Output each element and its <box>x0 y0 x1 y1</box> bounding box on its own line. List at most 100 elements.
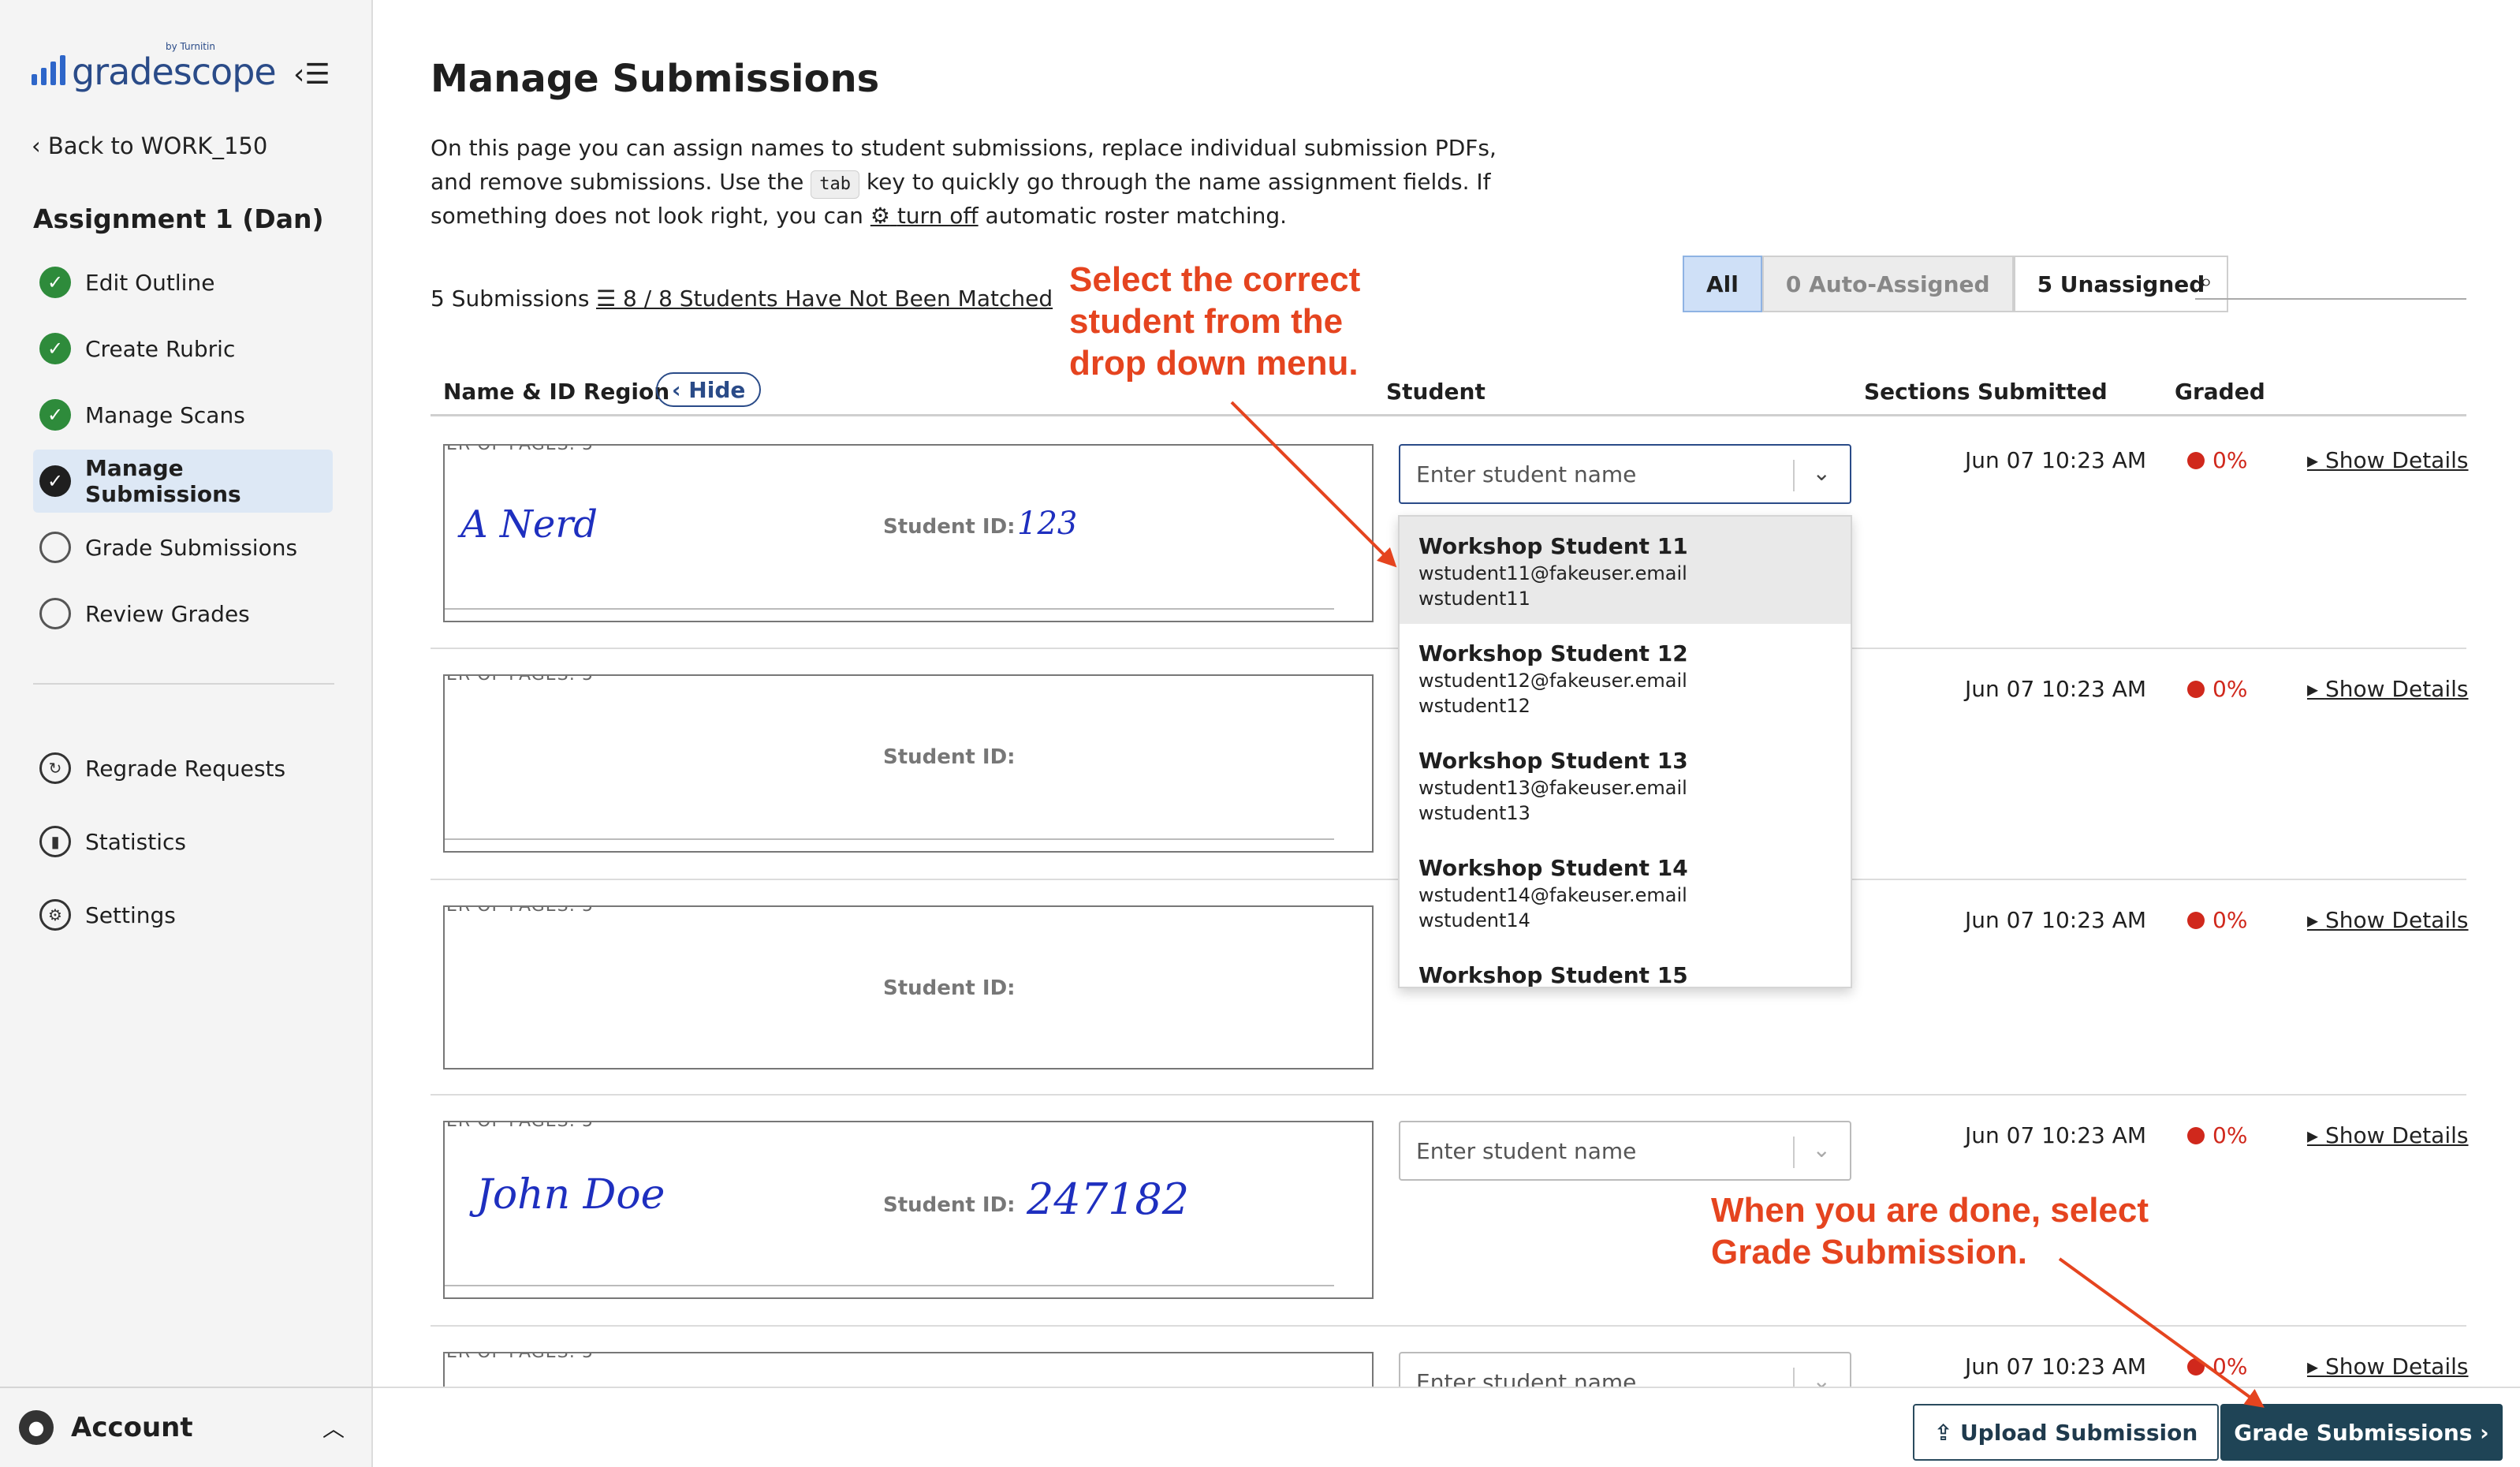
graded-status: 0% <box>2187 447 2247 473</box>
sidebar-item-settings[interactable]: ⚙ Settings <box>33 883 333 946</box>
show-details-link[interactable]: ▸ Show Details <box>2307 907 2469 933</box>
sidebar-item-label: Manage Scans <box>85 401 245 428</box>
chevron-down-icon: ⌄ <box>1812 460 1831 486</box>
sidebar-item-label: Regrade Requests <box>85 755 286 782</box>
turn-off-link[interactable]: ⚙ turn off <box>870 203 979 229</box>
sidebar-item-manage-scans[interactable]: ✓ Manage Scans <box>33 383 333 446</box>
student-select[interactable]: Enter student name ⌄ <box>1399 1121 1851 1181</box>
name-id-region[interactable]: ER OF PAGES: 5 John Doe Student ID: 2471… <box>443 1121 1374 1299</box>
upload-label: Upload Submission <box>1959 1419 2198 1446</box>
dropdown-option[interactable]: Workshop Student 12 wstudent12@fakeuser.… <box>1400 624 1851 731</box>
not-matched-link[interactable]: ☰ 8 / 8 Students Have Not Been Matched <box>596 286 1053 312</box>
hide-region-button[interactable]: ‹ Hide <box>656 372 762 407</box>
sidebar: gradescope by Turnitin ‹☰ ‹ Back to WORK… <box>0 0 373 1467</box>
scan-line <box>445 1285 1334 1286</box>
page-title: Manage Submissions <box>431 57 880 101</box>
sidebar-item-review-grades[interactable]: Review Grades <box>33 582 333 645</box>
show-details-label: Show Details <box>2324 676 2469 702</box>
dropdown-option[interactable]: Workshop Student 13 wstudent13@fakeuser.… <box>1400 731 1851 838</box>
status-dot-icon <box>2187 451 2205 469</box>
graded-status: 0% <box>2187 907 2247 933</box>
gradescope-logo[interactable]: gradescope <box>32 54 277 90</box>
submitted-date: Jun 07 10:23 AM <box>1965 1122 2147 1148</box>
show-details-label: Show Details <box>2324 907 2469 933</box>
hide-label: Hide <box>688 376 746 403</box>
turn-off-label: turn off <box>897 203 979 229</box>
name-id-region[interactable]: ER OF PAGES: 5 Student ID: <box>443 674 1374 853</box>
user-avatar-icon: ● <box>19 1410 54 1445</box>
option-sid: wstudent13 <box>1418 802 1530 824</box>
sidebar-item-edit-outline[interactable]: ✓ Edit Outline <box>33 251 333 314</box>
graded-value: 0% <box>2212 447 2248 473</box>
sidebar-item-manage-submissions[interactable]: ✓ Manage Submissions <box>33 450 333 513</box>
option-sid: wstudent14 <box>1418 909 1530 931</box>
scan-header: ER OF PAGES: 5 <box>446 1352 594 1362</box>
collapse-sidebar-icon[interactable]: ‹☰ <box>293 58 330 91</box>
sidebar-item-label: Edit Outline <box>85 269 215 296</box>
empty-circle-icon <box>39 598 71 629</box>
search-input[interactable]: ⌕ <box>2195 267 2466 300</box>
grade-submissions-button[interactable]: Grade Submissions › <box>2220 1404 2503 1461</box>
option-name: Workshop Student 15 <box>1418 962 1688 988</box>
back-link[interactable]: ‹ Back to WORK_150 <box>32 133 267 159</box>
sidebar-item-statistics[interactable]: ▮ Statistics <box>33 810 333 873</box>
scan-header: ER OF PAGES: 5 <box>446 905 594 916</box>
show-details-link[interactable]: ▸ Show Details <box>2307 1353 2469 1379</box>
annotation-line: Select the correct <box>1069 260 1361 299</box>
intro-part: automatic roster matching. <box>978 203 1288 229</box>
gear-icon: ⚙ <box>39 899 71 931</box>
footer-bar: ⇪ Upload Submission Grade Submissions › <box>373 1387 2520 1467</box>
list-icon: ☰ <box>596 286 624 312</box>
annotation-line: Grade Submission. <box>1711 1233 2027 1271</box>
search-icon: ⌕ <box>2200 268 2212 294</box>
dropdown-option[interactable]: Workshop Student 11 wstudent11@fakeuser.… <box>1400 517 1851 624</box>
option-sid: wstudent11 <box>1418 588 1530 610</box>
show-details-link[interactable]: ▸ Show Details <box>2307 447 2469 473</box>
filter-auto-assigned-button[interactable]: 0 Auto-Assigned <box>1761 256 2014 312</box>
graded-value: 0% <box>2212 676 2248 702</box>
show-details-label: Show Details <box>2324 1353 2469 1379</box>
option-sid: wstudent12 <box>1418 695 1530 717</box>
account-label: Account <box>71 1412 193 1443</box>
column-graded: Graded <box>2175 379 2265 405</box>
select-divider <box>1793 460 1795 491</box>
sidebar-item-grade-submissions[interactable]: Grade Submissions <box>33 516 333 579</box>
show-details-link[interactable]: ▸ Show Details <box>2307 1122 2469 1148</box>
handwritten-name: John Doe <box>476 1171 665 1219</box>
submitted-date: Jun 07 10:23 AM <box>1965 1353 2147 1379</box>
graded-status: 0% <box>2187 1353 2247 1379</box>
check-circle-icon: ✓ <box>39 465 71 497</box>
scan-line <box>445 608 1334 610</box>
account-menu[interactable]: ● Account ︿ <box>0 1387 373 1467</box>
graded-status: 0% <box>2187 1122 2247 1148</box>
logo-subtext: by Turnitin <box>166 41 215 52</box>
name-id-region[interactable]: ER OF PAGES: 5 Student ID: <box>443 905 1374 1069</box>
chevron-left-icon: ‹ <box>672 376 689 403</box>
student-dropdown-menu: Workshop Student 11 wstudent11@fakeuser.… <box>1398 515 1852 988</box>
scan-header: ER OF PAGES: 5 <box>446 674 594 685</box>
sidebar-item-label: Review Grades <box>85 600 250 627</box>
handwritten-name: A Nerd <box>460 502 598 547</box>
sidebar-item-regrade-requests[interactable]: ↻ Regrade Requests <box>33 737 333 800</box>
scan-header: ER OF PAGES: 5 <box>446 1121 594 1131</box>
name-id-region[interactable]: ER OF PAGES: 5 A Nerd Student ID: 123 <box>443 444 1374 622</box>
dropdown-option[interactable]: Workshop Student 14 wstudent14@fakeuser.… <box>1400 838 1851 946</box>
show-details-link[interactable]: ▸ Show Details <box>2307 676 2469 702</box>
option-email: wstudent12@fakeuser.email <box>1418 670 1687 692</box>
column-student: Student <box>1386 379 1486 405</box>
select-placeholder: Enter student name <box>1416 1137 1637 1164</box>
sidebar-divider <box>33 683 334 685</box>
upload-submission-button[interactable]: ⇪ Upload Submission <box>1913 1404 2219 1461</box>
annotation-line: student from the <box>1069 302 1344 341</box>
sidebar-item-create-rubric[interactable]: ✓ Create Rubric <box>33 317 333 380</box>
sidebar-item-label: Statistics <box>85 828 186 855</box>
scan-line <box>445 838 1334 840</box>
option-name: Workshop Student 12 <box>1418 640 1688 666</box>
sidebar-item-label: Create Rubric <box>85 335 236 362</box>
check-circle-icon: ✓ <box>39 333 71 364</box>
student-select[interactable]: Enter student name ⌄ <box>1399 444 1851 504</box>
filter-all-button[interactable]: All <box>1683 256 1762 312</box>
student-id-label: Student ID: <box>883 1193 1016 1217</box>
student-id-label: Student ID: <box>883 976 1016 1000</box>
dropdown-option[interactable]: Workshop Student 15 <box>1400 946 1851 988</box>
